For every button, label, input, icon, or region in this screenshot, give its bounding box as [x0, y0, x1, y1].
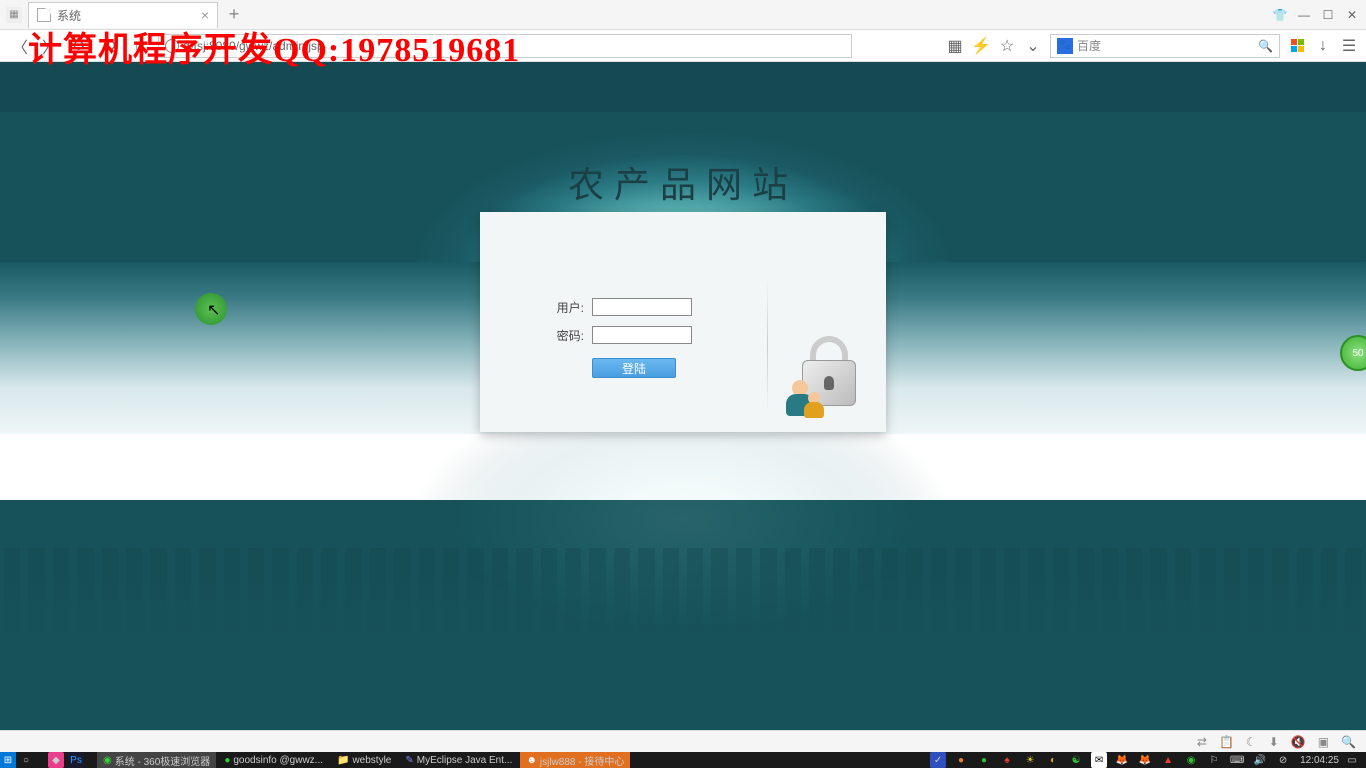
url-text: q-tsj:8080/gwwz/admin.jsp [183, 39, 324, 53]
globe-icon [165, 39, 179, 53]
show-desktop[interactable]: ▭ [1344, 752, 1360, 768]
tab-title: 系统 [57, 7, 81, 24]
clock[interactable]: 12:04:25 [1300, 755, 1339, 766]
close-window-icon[interactable]: ✕ [1344, 8, 1360, 22]
tray-icon[interactable]: 🦊 [1137, 752, 1153, 768]
tray-icon[interactable]: ☀ [1022, 752, 1038, 768]
app-icon: ✎ [405, 755, 413, 766]
restore-window-icon[interactable]: ▣ [1318, 735, 1329, 749]
volume-icon[interactable]: 🔊 [1252, 752, 1268, 768]
tray-icon[interactable]: ◐ [1045, 752, 1061, 768]
pinned-app-icon[interactable]: ◆ [48, 752, 64, 768]
maximize-icon[interactable]: ☐ [1320, 8, 1336, 22]
taskbar-label: jsjlw888 - 接待中心 [540, 753, 624, 768]
browser-tab[interactable]: 系统 × [28, 2, 218, 28]
new-tab-button[interactable]: + [222, 3, 246, 27]
taskbar-label: MyEclipse Java Ent... [417, 755, 513, 766]
browser-status-bar: ⇄ 📋 ☾ ⬇ 🔇 ▣ 🔍 [0, 730, 1366, 752]
keyboard-icon[interactable]: ⌨ [1229, 752, 1245, 768]
new-tab-left-icon[interactable]: ▦ [6, 7, 22, 23]
taskbar: ⊞ ○ ◆ Ps ◉ 系统 - 360极速浏览器 ● goodsinfo @gw… [0, 752, 1366, 768]
search-taskbar-icon[interactable]: ○ [18, 752, 34, 768]
taskbar-label: goodsinfo @gwwz... [233, 755, 323, 766]
baidu-icon: 🐾 [1057, 38, 1073, 54]
window-controls: 👕 — ☐ ✕ [1272, 0, 1360, 30]
minimize-icon[interactable]: — [1296, 8, 1312, 22]
tray-icon[interactable]: ● [953, 752, 969, 768]
tray-icon[interactable]: ☯ [1068, 752, 1084, 768]
taskbar-item[interactable]: ● goodsinfo @gwwz... [218, 752, 329, 768]
flash-icon[interactable]: ⚡ [972, 37, 990, 55]
tray-icon[interactable]: 🦊 [1114, 752, 1130, 768]
app-icon: ☻ [526, 755, 537, 766]
reload-button[interactable]: ⟳ [68, 34, 92, 58]
app-icon: ◉ [103, 755, 112, 766]
pinned-app-icon[interactable]: Ps [68, 752, 84, 768]
page-content: 农产品网站 用户: 密码: 登陆 [0, 62, 1366, 730]
user-input[interactable] [592, 298, 692, 316]
password-label: 密码: [536, 327, 584, 344]
start-button[interactable]: ⊞ [0, 752, 16, 768]
folder-icon: 📁 [337, 755, 349, 766]
taskbar-item[interactable]: ☻ jsjlw888 - 接待中心 [520, 752, 630, 768]
address-bar: 〈 〉 ⟳ ↻ ⌂ q-tsj:8080/gwwz/admin.jsp ▦ ⚡ … [0, 30, 1366, 62]
cursor-highlight [195, 293, 227, 325]
qr-icon[interactable]: ▦ [946, 37, 964, 55]
zoom-icon[interactable]: 🔍 [1341, 735, 1356, 749]
tray-icon[interactable]: ▲ [1160, 752, 1176, 768]
apps-icon[interactable] [1288, 37, 1306, 55]
clipboard-icon[interactable]: 📋 [1219, 735, 1234, 749]
taskbar-item[interactable]: 📁 webstyle [331, 752, 397, 768]
document-icon [37, 8, 51, 22]
search-engine-label: 百度 [1077, 37, 1101, 54]
search-icon[interactable]: 🔍 [1258, 39, 1273, 53]
site-title: 农产品网站 [0, 156, 1366, 208]
system-tray: ✓ ● ● ♠ ☀ ◐ ☯ ✉ 🦊 🦊 ▲ ◉ ⚐ ⌨ 🔊 ⊘ 12:04:25… [928, 752, 1366, 768]
taskbar-label: 系统 - 360极速浏览器 [115, 753, 211, 768]
taskbar-item[interactable]: ✎ MyEclipse Java Ent... [399, 752, 518, 768]
browser-tab-strip: ▦ 系统 × + 👕 — ☐ ✕ [0, 0, 1366, 30]
home-button[interactable]: ⌂ [128, 34, 152, 58]
tray-icon[interactable]: ⊘ [1275, 752, 1291, 768]
close-tab-icon[interactable]: × [201, 7, 209, 23]
user-label: 用户: [536, 299, 584, 316]
tray-icon[interactable]: ✓ [930, 752, 946, 768]
menu-icon[interactable]: ☰ [1340, 37, 1358, 55]
url-input[interactable]: q-tsj:8080/gwwz/admin.jsp [158, 34, 852, 58]
back-button[interactable]: 〈 [8, 34, 32, 58]
lock-users-icon [786, 332, 872, 418]
moon-icon[interactable]: ☾ [1246, 735, 1257, 749]
tray-icon[interactable]: ✉ [1091, 752, 1107, 768]
search-box[interactable]: 🐾 百度 🔍 [1050, 34, 1280, 58]
password-input[interactable] [592, 326, 692, 344]
favorite-icon[interactable]: ☆ [998, 37, 1016, 55]
skin-icon[interactable]: 👕 [1272, 8, 1288, 22]
tray-icon[interactable]: ♠ [999, 752, 1015, 768]
shuffle-icon[interactable]: ⇄ [1197, 735, 1207, 749]
taskbar-item[interactable]: ◉ 系统 - 360极速浏览器 [97, 752, 216, 768]
download-status-icon[interactable]: ⬇ [1269, 735, 1279, 749]
mute-icon[interactable]: 🔇 [1291, 735, 1306, 749]
tray-icon[interactable]: ⚐ [1206, 752, 1222, 768]
panel-divider [767, 280, 768, 412]
tray-icon[interactable]: ● [976, 752, 992, 768]
login-button[interactable]: 登陆 [592, 358, 676, 378]
taskbar-label: webstyle [352, 755, 391, 766]
tray-icon[interactable]: ◉ [1183, 752, 1199, 768]
login-panel: 用户: 密码: 登陆 [480, 212, 886, 432]
restore-button[interactable]: ↻ [98, 34, 122, 58]
forward-button[interactable]: 〉 [38, 34, 62, 58]
download-icon[interactable]: ↓ [1314, 37, 1332, 55]
app-icon: ● [224, 755, 230, 766]
dropdown-icon[interactable]: ⌄ [1024, 37, 1042, 55]
